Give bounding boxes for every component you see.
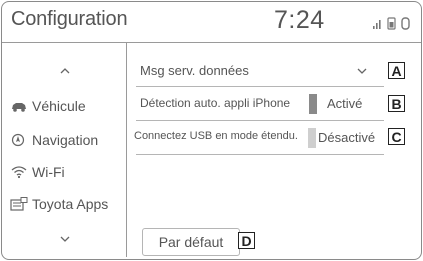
row-divider (136, 154, 384, 155)
usb-extended-mode-row[interactable]: Connectez USB en mode étendu. Désactivé (128, 122, 384, 154)
phone-battery-icon (387, 17, 396, 30)
callout-d: D (238, 232, 255, 249)
chevron-down-icon (357, 68, 367, 74)
iphone-detection-row[interactable]: Détection auto. appli iPhone Activé (128, 88, 384, 120)
sidebar-item-label: Wi-Fi (32, 164, 65, 180)
scroll-up-chevron-icon[interactable] (58, 66, 72, 76)
sidebar-item-label: Toyota Apps (32, 196, 109, 212)
navigation-icon (11, 133, 25, 147)
sidebar-item-vehicule[interactable]: Véhicule (10, 93, 86, 119)
page-title: Configuration (11, 8, 128, 30)
default-button[interactable]: Par défaut (142, 228, 240, 256)
sidebar-item-label: Véhicule (32, 98, 86, 114)
row-divider (136, 86, 384, 87)
row-label: Msg serv. données (140, 63, 249, 78)
scroll-down-chevron-icon[interactable] (58, 234, 72, 244)
sidebar-item-toyota-apps[interactable]: Toyota Apps (10, 191, 108, 217)
callout-b: B (388, 95, 405, 112)
toggle-on-indicator (309, 94, 317, 114)
callout-a: A (388, 62, 405, 79)
msg-serv-donnees-row[interactable]: Msg serv. données (128, 55, 384, 87)
status-icons (373, 17, 410, 30)
toggle-off-indicator (308, 128, 316, 148)
toggle-value: Désactivé (318, 130, 376, 145)
car-icon (12, 103, 26, 112)
row-divider (136, 120, 384, 121)
row-label: Connectez USB en mode étendu. (134, 130, 298, 142)
toggle-value: Activé (327, 96, 363, 111)
row-label: Détection auto. appli iPhone (140, 96, 291, 110)
callout-c: C (388, 128, 405, 145)
settings-sidebar: Véhicule Navigation Wi-Fi Toyota Apps (2, 43, 126, 257)
apps-icon (10, 197, 28, 211)
bluetooth-icon (401, 17, 410, 30)
signal-icon (373, 20, 381, 29)
default-button-label: Par défaut (158, 234, 224, 250)
settings-screen: Configuration 7:24 Véhicule Navigation W… (1, 1, 422, 260)
status-header: Configuration 7:24 (2, 2, 421, 42)
sidebar-item-wifi[interactable]: Wi-Fi (10, 159, 65, 185)
sidebar-divider (126, 43, 127, 257)
wifi-icon (11, 166, 27, 179)
clock: 7:24 (274, 6, 325, 34)
sidebar-item-label: Navigation (32, 132, 99, 148)
sidebar-item-navigation[interactable]: Navigation (10, 127, 98, 153)
